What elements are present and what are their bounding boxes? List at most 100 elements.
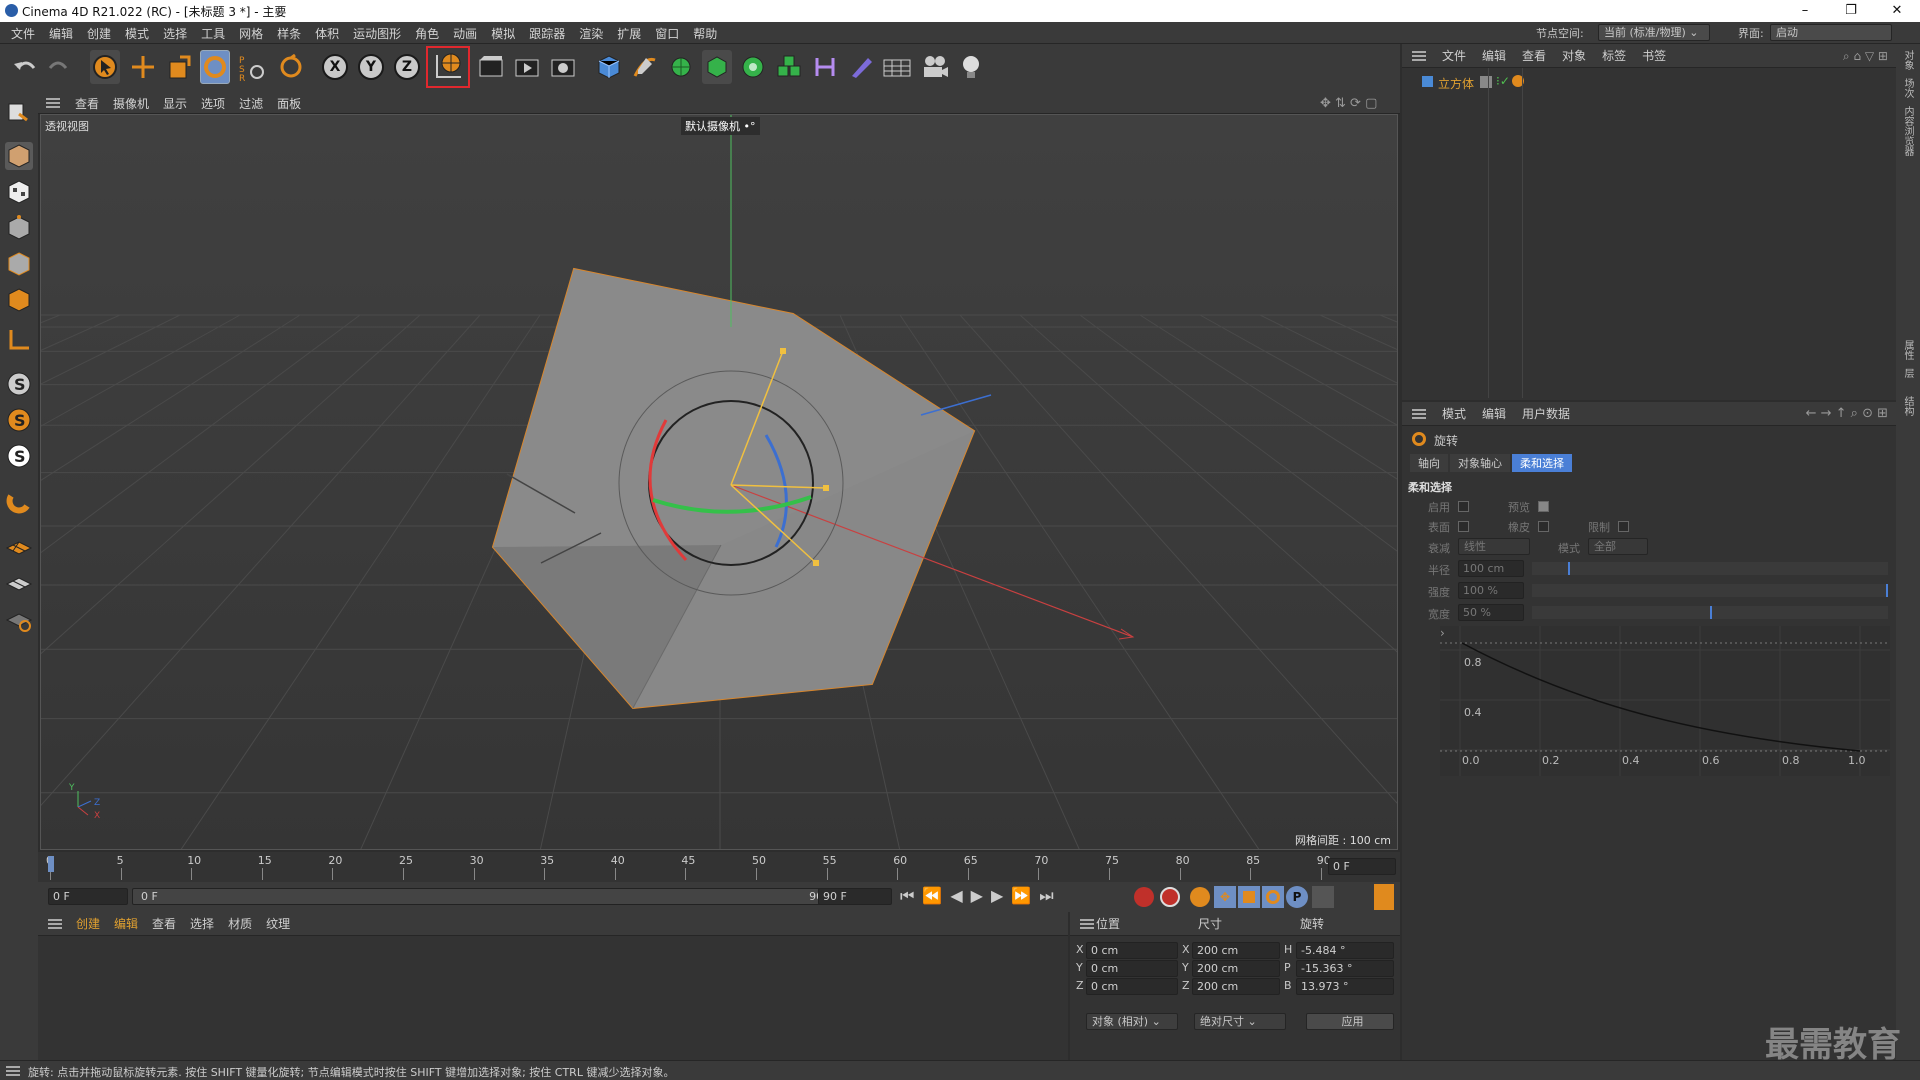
restrict-checkbox[interactable] (1618, 521, 1629, 532)
recent-tool-icon[interactable] (276, 50, 306, 84)
attribute-nav-icons[interactable]: ← → ↑ ⌕ ⊙ ⊞ (1806, 406, 1888, 421)
attribute-menu-item[interactable]: 编辑 (1482, 405, 1506, 422)
end-frame-field[interactable]: 90 F (818, 888, 892, 905)
falloff-dropdown[interactable]: 线性 (1458, 538, 1530, 555)
edges-mode-icon[interactable] (5, 250, 33, 278)
auto-key-icon[interactable] (1160, 887, 1180, 907)
width-field[interactable]: 50 % (1458, 604, 1524, 621)
position-field[interactable]: 0 cm (1086, 978, 1178, 995)
cube-object-icon[interactable] (594, 50, 624, 84)
material-menu-item[interactable]: 查看 (152, 915, 176, 932)
goto-end-icon[interactable]: ⏭ (1039, 886, 1061, 905)
attribute-menu-icon[interactable] (1412, 408, 1426, 419)
right-tab-3[interactable]: 属性 (1900, 340, 1915, 360)
viewport-menu-item[interactable]: 过滤 (232, 95, 270, 112)
menu-item[interactable]: 模式 (118, 25, 156, 42)
deformer-cluster-icon[interactable] (774, 50, 804, 84)
perspective-viewport[interactable]: 透视视图 默认摄像机 •° Y Z X 网格间距 : 100 cm (40, 114, 1398, 850)
visibility-check-icon[interactable]: ⁝✓ (1496, 74, 1510, 88)
menu-item[interactable]: 跟踪器 (522, 25, 572, 42)
scale-tool-icon[interactable] (164, 50, 194, 84)
object-menu-icon[interactable] (1412, 50, 1426, 61)
object-menu-item[interactable]: 文件 (1442, 47, 1466, 64)
rotate-tool-icon[interactable] (200, 50, 230, 84)
record-key-icon[interactable] (1134, 887, 1154, 907)
preview-checkbox[interactable] (1538, 501, 1549, 512)
object-menu-item[interactable]: 标签 (1602, 47, 1626, 64)
workplane-icon[interactable] (5, 534, 33, 562)
strength-field[interactable]: 100 % (1458, 582, 1524, 599)
minimize-button[interactable]: – (1782, 0, 1828, 22)
menu-item[interactable]: 模拟 (484, 25, 522, 42)
render-picture-viewer-icon[interactable] (512, 50, 542, 84)
viewport-canvas[interactable] (41, 115, 1398, 850)
floor-environment-icon[interactable] (882, 50, 912, 84)
layout-dropdown[interactable]: 启动 (1770, 24, 1892, 41)
frame-range-slider[interactable]: 0 F 90 F (132, 888, 842, 905)
viewport-menu-item[interactable]: 面板 (270, 95, 308, 112)
coord-menu-icon[interactable] (1080, 918, 1094, 929)
rotation-field[interactable]: 13.973 ° (1296, 978, 1394, 995)
rubber-checkbox[interactable] (1538, 521, 1549, 532)
texture-mode-icon[interactable] (5, 178, 33, 206)
material-menu-item[interactable]: 材质 (228, 915, 252, 932)
keyframe-selection-icon[interactable] (1190, 887, 1210, 907)
prev-frame-icon[interactable]: ◀ (950, 886, 970, 905)
layer-icon[interactable] (1480, 76, 1492, 88)
menu-item[interactable]: 扩展 (610, 25, 648, 42)
menu-item[interactable]: 样条 (270, 25, 308, 42)
menu-item[interactable]: 网格 (232, 25, 270, 42)
menu-item[interactable]: 文件 (4, 25, 42, 42)
playback-controls[interactable]: ⏮⏪◀▶▶⏩⏭ (900, 886, 1062, 906)
viewport-menu-item[interactable]: 查看 (68, 95, 106, 112)
soft-selection-magnet-icon[interactable] (5, 488, 33, 516)
attribute-menu-item[interactable]: 用户数据 (1522, 405, 1570, 422)
object-menu-item[interactable]: 编辑 (1482, 47, 1506, 64)
falloff-graph[interactable]: 0.8 0.4 0.0 0.2 0.4 0.6 0.8 1.0 (1440, 626, 1890, 776)
material-menu-icon[interactable] (48, 918, 62, 929)
node-space-dropdown[interactable]: 当前 (标准/物理) ⌄ (1598, 24, 1710, 41)
mode-dropdown[interactable]: 全部 (1588, 538, 1648, 555)
position-field[interactable]: 0 cm (1086, 942, 1178, 959)
move-tool-icon[interactable] (128, 50, 158, 84)
locked-workplane-icon[interactable] (5, 570, 33, 598)
position-field[interactable]: 0 cm (1086, 960, 1178, 977)
menu-item[interactable]: 选择 (156, 25, 194, 42)
right-tab-4[interactable]: 层 (1900, 368, 1915, 378)
viewport-menu-item[interactable]: 摄像机 (106, 95, 156, 112)
psr-tool-icon[interactable]: PSR (236, 50, 266, 84)
status-menu-icon[interactable] (6, 1066, 20, 1076)
rotation-field[interactable]: -5.484 ° (1296, 942, 1394, 959)
menu-item[interactable]: 渲染 (572, 25, 610, 42)
object-toolbar-icons[interactable]: ⌕ ⌂ ▽ ⊞ (1843, 49, 1888, 64)
start-frame-field[interactable]: 0 F (48, 888, 128, 905)
coordinate-system-button[interactable] (426, 46, 470, 88)
y-axis-lock-button[interactable]: Y (356, 50, 386, 84)
right-tab-2[interactable]: 内容浏览器 (1900, 106, 1915, 156)
field-object-icon[interactable] (846, 50, 876, 84)
workplane-snap-icon[interactable]: S (5, 406, 33, 434)
attr-tab-2[interactable]: 柔和选择 (1512, 454, 1572, 472)
points-mode-icon[interactable] (5, 214, 33, 242)
radius-field[interactable]: 100 cm (1458, 560, 1524, 577)
quantize-icon[interactable]: S (5, 442, 33, 470)
strength-slider[interactable] (1532, 584, 1888, 597)
render-view-icon[interactable] (476, 50, 506, 84)
rotation-field[interactable]: -15.363 ° (1296, 960, 1394, 977)
right-tab-0[interactable]: 对象 (1900, 50, 1915, 70)
menu-item[interactable]: 帮助 (686, 25, 724, 42)
material-menu-item[interactable]: 创建 (76, 915, 100, 932)
polygons-mode-icon[interactable] (5, 286, 33, 314)
prev-key-icon[interactable]: ⏪ (922, 886, 950, 905)
axis-mode-icon[interactable] (5, 326, 33, 354)
subdivision-surface-icon[interactable] (666, 50, 696, 84)
key-pla-icon[interactable] (1312, 886, 1334, 908)
key-position-icon[interactable]: ✥ (1214, 886, 1236, 908)
viewport-menu-item[interactable]: 显示 (156, 95, 194, 112)
attribute-menu-item[interactable]: 模式 (1442, 405, 1466, 422)
z-axis-lock-button[interactable]: Z (392, 50, 422, 84)
material-menu-item[interactable]: 选择 (190, 915, 214, 932)
restore-button[interactable]: ❐ (1828, 0, 1874, 22)
width-slider[interactable] (1532, 606, 1888, 619)
select-tool-icon[interactable] (90, 50, 120, 84)
